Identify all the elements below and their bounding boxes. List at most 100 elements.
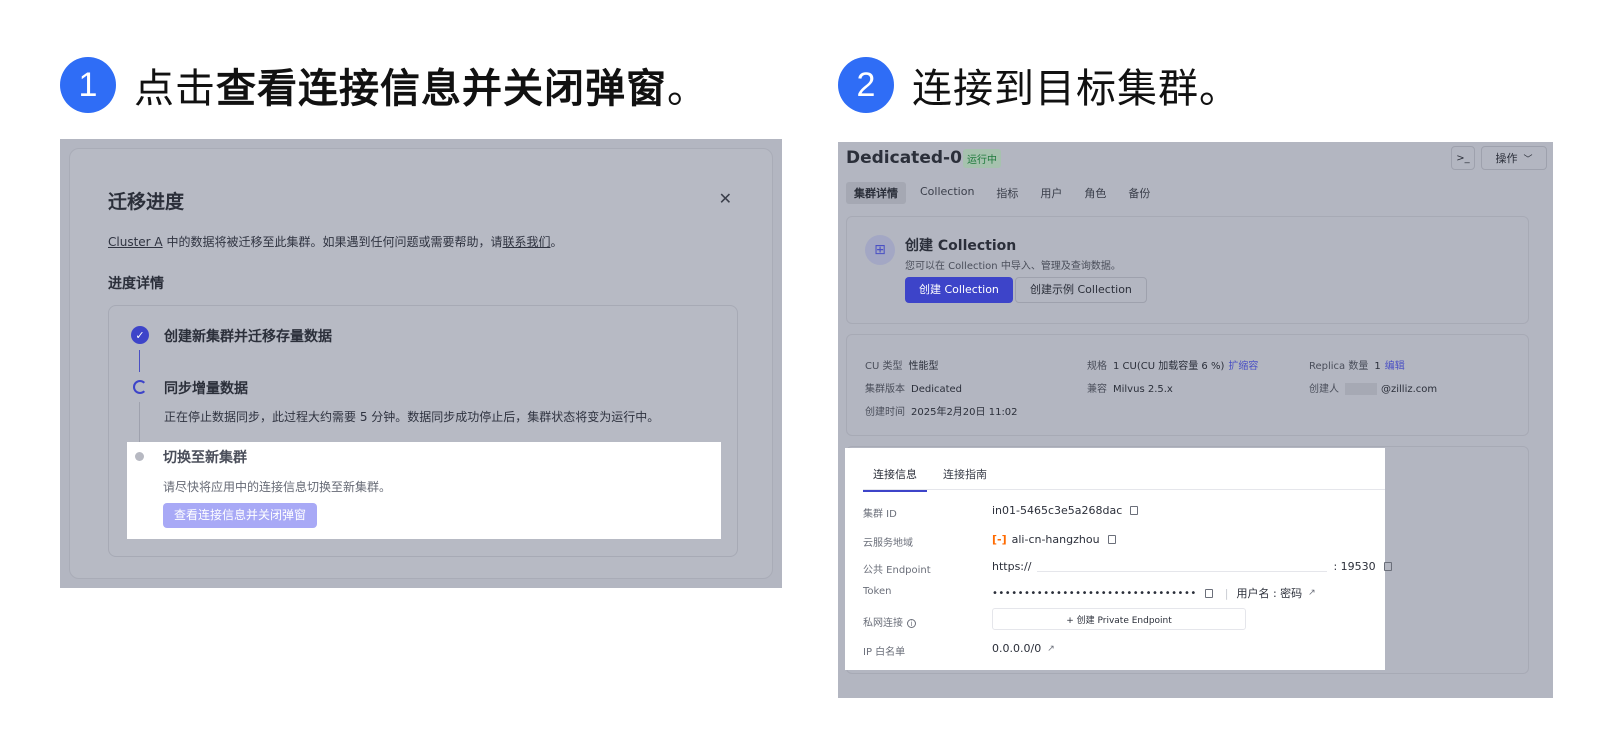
progress-details-heading: 进度详情 [108,276,164,292]
endpoint-value: https:// : 19530 [992,560,1392,573]
field-value: @zilliz.com [1381,384,1438,395]
tab-backup[interactable]: 备份 [1120,182,1158,204]
field-value: 1 [1374,361,1381,372]
step-2-heading: 2 连接到目标集群。 [838,56,1240,114]
check-icon: ✓ [131,326,149,344]
created-time-field: 创建时间 2025年2月20日 11:02 [865,403,1018,418]
cluster-link[interactable]: Cluster A [108,235,163,249]
private-link-label: 私网连接 i [863,614,916,629]
tab-metrics[interactable]: 指标 [988,182,1026,204]
view-connection-close-button[interactable]: 查看连接信息并关闭弹窗 [163,503,318,528]
cu-type-field: CU 类型 性能型 [865,357,938,372]
step-2-title: 连接到目标集群。 [912,66,1240,112]
region-value: [-] ali-cn-hangzhou [992,533,1116,546]
terminal-icon[interactable]: >_ [1451,146,1475,170]
step-number-badge: 2 [838,57,894,113]
operations-dropdown[interactable]: 操作 ﹀ [1481,146,1547,170]
create-collection-card: ⊞ 创建 Collection 您可以在 Collection 中导入、管理及查… [846,216,1529,324]
field-value: Dedicated [911,384,963,395]
field-value: 1 CU(CU 加载容量 6 %) [1113,361,1225,372]
create-private-endpoint-button[interactable]: + 创建 Private Endpoint [992,608,1246,630]
token-value: •••••••••••••••••••••••••••••••• | 用户名 : 密… [992,585,1316,601]
endpoint-prefix: https:// [992,560,1032,573]
scale-link[interactable]: 扩缩容 [1228,361,1258,372]
field-value: 2025年2月20日 11:02 [911,407,1018,418]
create-sample-collection-button[interactable]: 创建示例 Collection [1015,277,1147,303]
field-label: CU 类型 [865,361,903,372]
step-description: 请尽快将应用中的连接信息切换至新集群。 [163,480,392,494]
tab-roles[interactable]: 角色 [1076,182,1114,204]
username-password-text: 用户名 : 密码 [1236,587,1303,600]
step-label: 创建新集群并迁移存量数据 [164,329,332,345]
field-label: 创建人 [1309,384,1339,395]
version-field: 集群版本 Dedicated [865,380,962,395]
migration-screenshot: 迁移进度 ✕ Cluster A 中的数据将被迁移至此集群。如果遇到任何问题或需… [60,139,782,588]
copy-icon[interactable] [1107,535,1116,544]
copy-icon[interactable] [1204,588,1213,598]
token-label: Token [863,586,892,597]
endpoint-port: : 19530 [1333,560,1376,573]
step-1-prefix: 点击 [134,66,216,112]
info-icon[interactable]: i [907,619,916,628]
step-description: 正在停止数据同步，此过程大约需要 5 分钟。数据同步成功停止后，集群状态将变为运… [164,410,660,424]
tab-cluster-details[interactable]: 集群详情 [846,182,906,204]
redacted-mask [1345,383,1377,395]
step-1-suffix: 。 [667,66,708,112]
edit-link[interactable]: 编辑 [1385,361,1405,372]
endpoint-label: 公共 Endpoint [863,565,931,576]
field-label: 兼容 [1087,384,1107,395]
field-label: 创建时间 [865,407,905,418]
operations-label: 操作 [1495,152,1518,165]
switch-cluster-step-highlight: 切换至新集群 请尽快将应用中的连接信息切换至新集群。 查看连接信息并关闭弹窗 [127,442,721,539]
modal-title: 迁移进度 [108,191,185,213]
external-link-icon[interactable]: ↗ [1047,644,1055,654]
pending-dot-icon [135,452,144,461]
step-connector [139,350,140,372]
close-icon[interactable]: ✕ [719,189,732,208]
aliyun-icon: [-] [992,533,1007,546]
region-label: 云服务地域 [863,538,913,549]
step-1-heading: 1 点击查看连接信息并关闭弹窗。 [60,56,708,114]
chevron-down-icon: ﹀ [1523,154,1533,165]
step-label: 同步增量数据 [164,381,248,397]
external-link-icon[interactable]: ↗ [1308,588,1316,598]
card-title: 创建 Collection [905,238,1017,254]
redacted-endpoint [1037,562,1328,572]
step-label: 切换至新集群 [163,450,247,466]
connection-info-highlight: 连接信息 连接指南 集群 ID in01-5465c3e5a268dac 云服务… [845,448,1392,670]
region-text: ali-cn-hangzhou [1011,533,1100,546]
contact-us-link[interactable]: 联系我们 [502,235,550,249]
cluster-name: Dedicated-02 [846,148,974,168]
creator-field: 创建人 @zilliz.com [1309,380,1437,395]
spec-field: 规格 1 CU(CU 加载容量 6 %) 扩缩容 [1087,357,1258,372]
step-1-bold: 查看连接信息并关闭弹窗 [216,66,667,112]
private-link-text: 私网连接 [863,618,903,629]
tab-users[interactable]: 用户 [1032,182,1070,204]
field-value: Milvus 2.5.x [1113,384,1173,395]
field-label: 集群版本 [865,384,905,395]
desc-end: 。 [550,235,563,249]
token-mask: •••••••••••••••••••••••••••••••• [992,587,1197,599]
cluster-id-text: in01-5465c3e5a268dac [992,504,1123,517]
tab-collection[interactable]: Collection [912,182,982,204]
cluster-tabs: 集群详情 Collection 指标 用户 角色 备份 [846,182,1158,204]
cluster-id-value: in01-5465c3e5a268dac [992,504,1139,517]
separator: | [1224,586,1229,600]
copy-icon[interactable] [1383,562,1392,571]
step-number-badge: 1 [60,57,116,113]
copy-icon[interactable] [1130,506,1139,515]
step-1-title: 点击查看连接信息并关闭弹窗。 [134,56,708,114]
desc-text: 中的数据将被迁移至此集群。如果遇到任何问题或需要帮助，请 [162,235,503,249]
ip-whitelist-value: 0.0.0.0/0 ↗ [992,642,1055,655]
field-label: 规格 [1087,361,1107,372]
collection-icon: ⊞ [865,235,895,265]
divider [863,489,1385,490]
field-value: 性能型 [908,361,939,372]
cluster-detail-screenshot: Dedicated-02 运行中 >_ 操作 ﹀ 集群详情 Collection… [838,142,1553,698]
compat-field: 兼容 Milvus 2.5.x [1087,380,1173,395]
status-badge: 运行中 [963,149,1001,168]
ip-whitelist-label: IP 白名单 [863,647,906,658]
card-description: 您可以在 Collection 中导入、管理及查询数据。 [905,261,1121,272]
loading-icon [133,380,147,394]
create-collection-button[interactable]: 创建 Collection [905,277,1013,303]
